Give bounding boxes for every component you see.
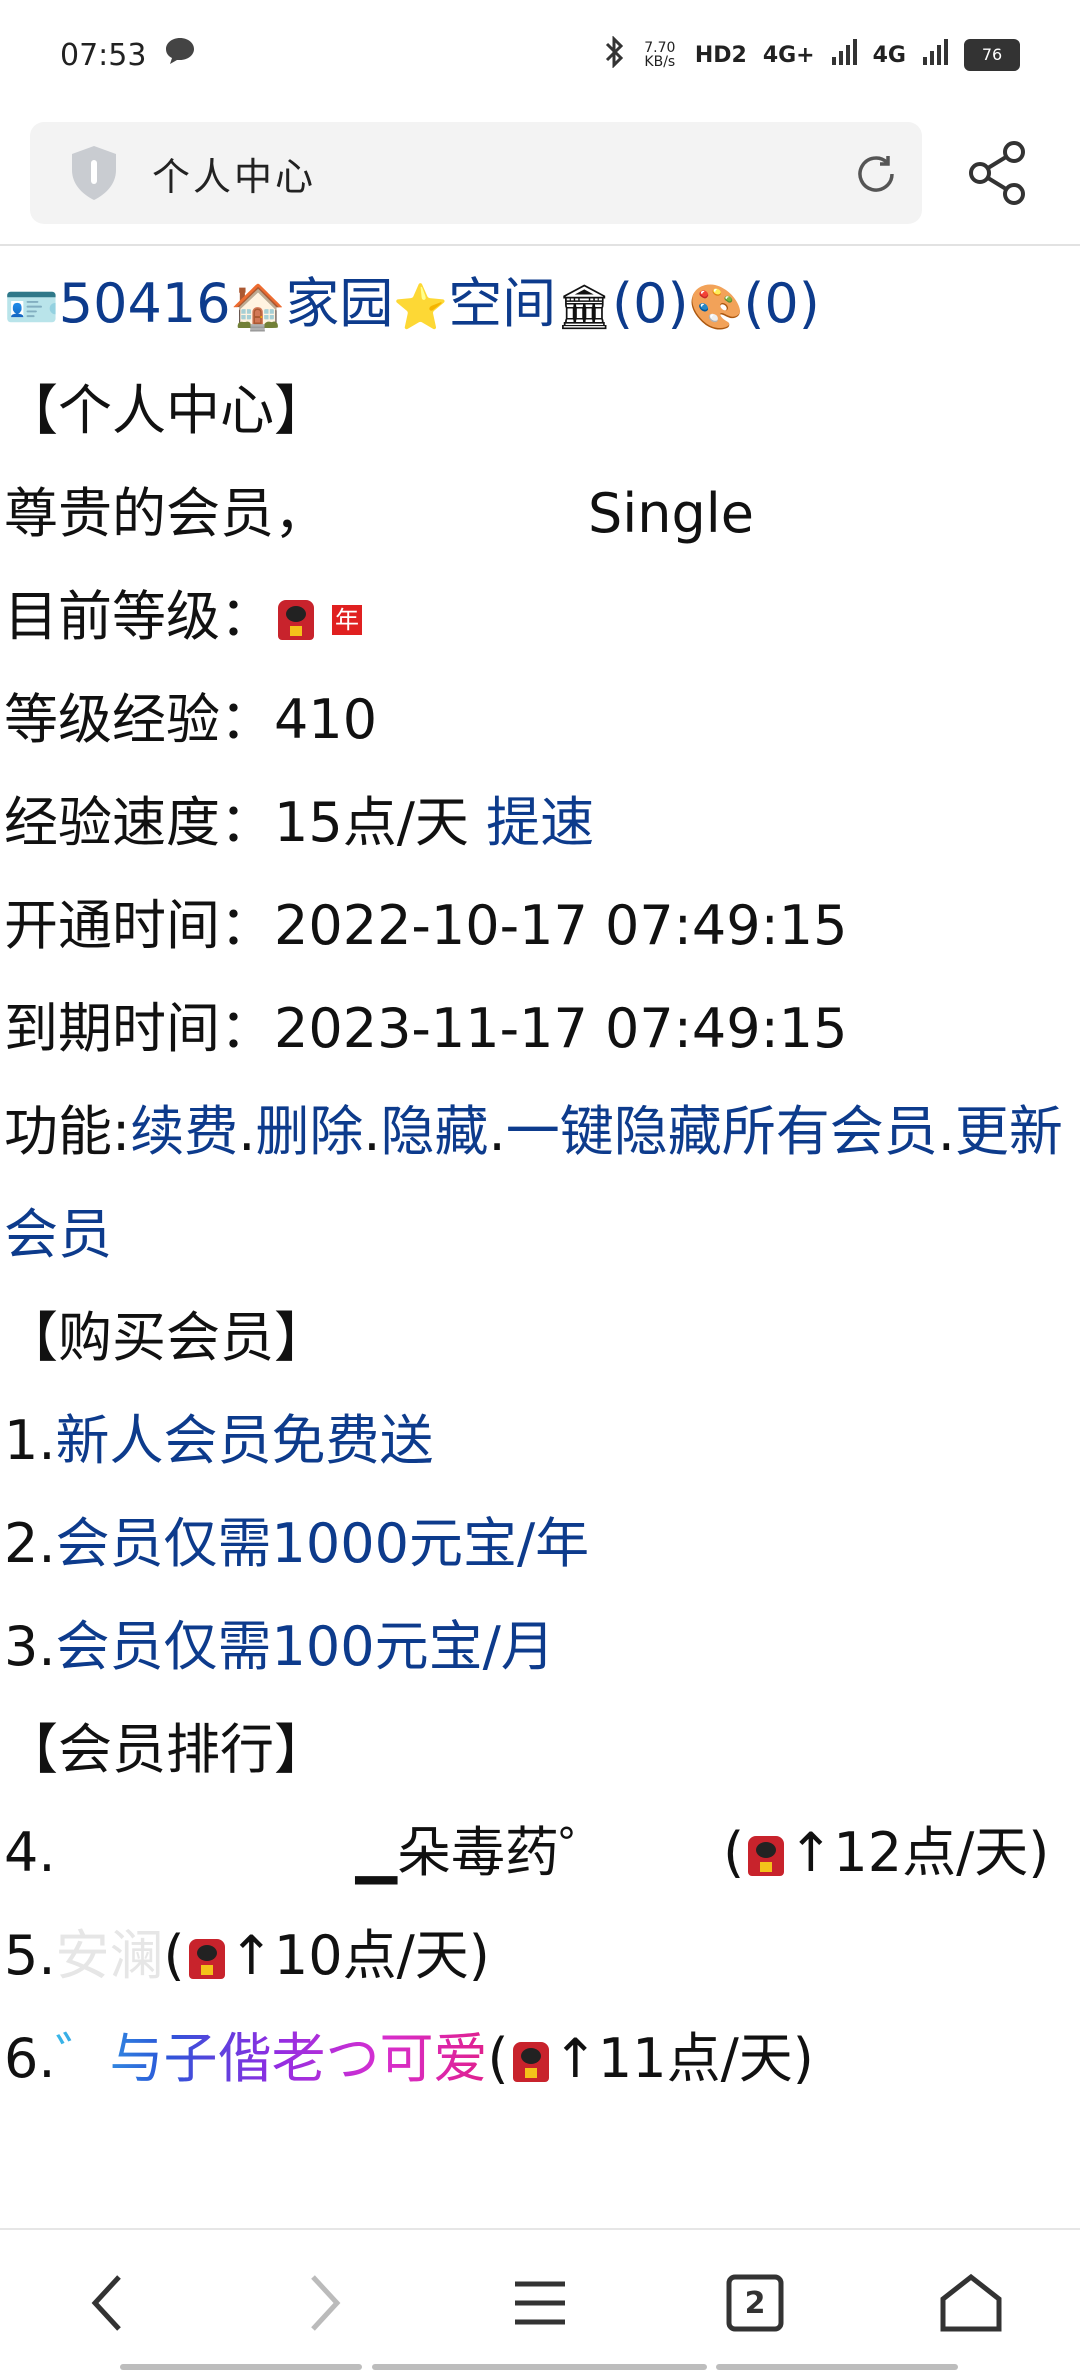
buy-item: 1.新人会员免费送 xyxy=(0,1389,1080,1492)
back-icon[interactable] xyxy=(72,2268,142,2338)
address-bar[interactable]: 个人中心 xyxy=(30,122,922,224)
top-links: 🪪50416🏠家园⭐空间🏛(0)🎨(0) xyxy=(0,252,1080,359)
signal-4g: 4G xyxy=(872,42,906,68)
rank-item: 6.゛与子偕老つ可爱(↑11点/天) xyxy=(4,2026,814,2090)
buy-item: 2.会员仅需1000元宝/年 xyxy=(0,1492,1080,1595)
reload-icon[interactable] xyxy=(852,150,900,198)
section-rank-heading: 【会员排行】 xyxy=(4,1717,328,1781)
signal-bars-icon xyxy=(831,39,857,71)
renew-link[interactable]: 续费 xyxy=(130,1100,238,1163)
user-id-link[interactable]: 50416 xyxy=(59,272,231,335)
address-title: 个人中心 xyxy=(152,154,317,199)
speed-value: 15点/天 xyxy=(274,790,469,854)
bluetooth-icon xyxy=(603,35,625,74)
exp-label: 等级经验： xyxy=(4,687,274,751)
buy-item: 3.会员仅需100元宝/月 xyxy=(0,1595,1080,1698)
forward-icon[interactable] xyxy=(290,2268,360,2338)
menu-icon[interactable] xyxy=(505,2268,575,2338)
gesture-bar-left xyxy=(120,2364,362,2370)
rank-rate: ↑10点/天) xyxy=(228,1923,490,1987)
divider xyxy=(0,244,1080,246)
house-icon: 🏠 xyxy=(230,281,286,333)
page-content: 🪪50416🏠家园⭐空间🏛(0)🎨(0) 【个人中心】 尊贵的会员， Single… xyxy=(0,252,1080,2228)
home-link[interactable]: 家园 xyxy=(285,272,393,335)
rank-rate: ↑11点/天) xyxy=(552,2026,814,2090)
functions-line: 功能:续费.删除.隐藏.一键隐藏所有会员.更新会员 xyxy=(4,1099,1063,1266)
bottom-nav: 2 xyxy=(0,2228,1080,2378)
penguin-vip-icon xyxy=(188,1939,225,1980)
rank-name[interactable]: ▁朵毒药゜ xyxy=(356,1821,614,1884)
penguin-vip-icon xyxy=(748,1836,785,1877)
bank-icon: 🏛 xyxy=(556,281,613,333)
speed-up-link[interactable]: 提速 xyxy=(486,791,594,854)
exp-value: 410 xyxy=(274,687,378,751)
battery-icon: 76 xyxy=(964,39,1020,71)
color-count-link[interactable]: (0) xyxy=(743,272,820,335)
rank-name[interactable]: 安澜 xyxy=(56,1924,164,1987)
buy-item-num: 3. xyxy=(4,1614,56,1678)
shield-icon[interactable] xyxy=(68,144,120,202)
expire-time-label: 到期时间： xyxy=(4,996,274,1060)
signal-4g-plus: 4G+ xyxy=(762,42,815,68)
tabs-button[interactable]: 2 xyxy=(720,2268,790,2338)
status-bar: 07:53 7.70 KB/s HD2 4G+ 4G 76 xyxy=(0,0,1080,110)
greeting-name: Single xyxy=(588,481,755,545)
color-wheel-icon: 🎨 xyxy=(688,281,744,333)
signal-bars-icon-2 xyxy=(922,39,948,71)
star-icon: ⭐ xyxy=(393,281,449,333)
tabs-count: 2 xyxy=(744,2285,766,2321)
open-time-line: 开通时间：2022-10-17 07:49:15 xyxy=(0,874,1080,977)
hide-link[interactable]: 隐藏 xyxy=(381,1100,489,1163)
buy-item-num: 2. xyxy=(4,1511,56,1575)
profile-card-icon: 🪪 xyxy=(4,281,59,333)
buy-item-link[interactable]: 新人会员免费送 xyxy=(56,1409,434,1472)
penguin-vip-icon xyxy=(278,600,314,641)
functions-label: 功能: xyxy=(4,1099,131,1163)
section-buy-heading: 【购买会员】 xyxy=(4,1305,328,1369)
expire-time-line: 到期时间：2023-11-17 07:49:15 xyxy=(0,977,1080,1080)
speed-label: 经验速度： xyxy=(4,790,274,854)
gesture-bar-right xyxy=(716,2364,958,2370)
share-icon[interactable] xyxy=(966,140,1028,206)
buy-item-num: 1. xyxy=(4,1408,56,1472)
buy-item-link[interactable]: 会员仅需1000元宝/年 xyxy=(56,1512,590,1575)
greeting-label: 尊贵的会员， xyxy=(4,481,328,545)
penguin-vip-icon xyxy=(512,2042,549,2083)
level-label: 目前等级： xyxy=(4,584,274,648)
delete-link[interactable]: 删除 xyxy=(255,1100,363,1163)
greeting-line: 尊贵的会员， Single xyxy=(0,462,1080,565)
rank-num: 5. xyxy=(4,1923,56,1987)
home-icon[interactable] xyxy=(936,2268,1006,2338)
net-speed: 7.70 KB/s xyxy=(644,40,676,70)
rank-num: 4. xyxy=(4,1820,56,1884)
status-time: 07:53 xyxy=(60,37,147,73)
rank-num: 6. xyxy=(4,2026,56,2090)
hide-all-members-link[interactable]: 一键隐藏所有会员 xyxy=(506,1100,938,1163)
bank-count-link[interactable]: (0) xyxy=(612,272,689,335)
gesture-bar-center xyxy=(372,2364,707,2370)
chat-bubble-icon xyxy=(164,36,196,74)
hd-indicator: HD2 xyxy=(694,42,747,68)
rank-item: 4. ▁朵毒药゜(↑12点/天) xyxy=(4,1820,1050,1884)
level-line: 目前等级： 年 xyxy=(0,565,1080,668)
exp-line: 等级经验：410 xyxy=(0,668,1080,771)
section-personal-heading: 【个人中心】 xyxy=(4,378,328,442)
speed-line: 经验速度：15点/天 提速 xyxy=(0,771,1080,874)
rank-name[interactable]: ゛与子偕老つ可爱 xyxy=(56,2027,488,2090)
year-badge: 年 xyxy=(332,605,362,636)
buy-item-link[interactable]: 会员仅需100元宝/月 xyxy=(56,1615,555,1678)
open-time-label: 开通时间： xyxy=(4,893,274,957)
expire-time-value: 2023-11-17 07:49:15 xyxy=(274,996,848,1060)
rank-rate: ↑12点/天) xyxy=(788,1820,1050,1884)
open-time-value: 2022-10-17 07:49:15 xyxy=(274,893,848,957)
space-link[interactable]: 空间 xyxy=(448,272,556,335)
rank-item: 5.安澜(↑10点/天) xyxy=(4,1923,490,1987)
